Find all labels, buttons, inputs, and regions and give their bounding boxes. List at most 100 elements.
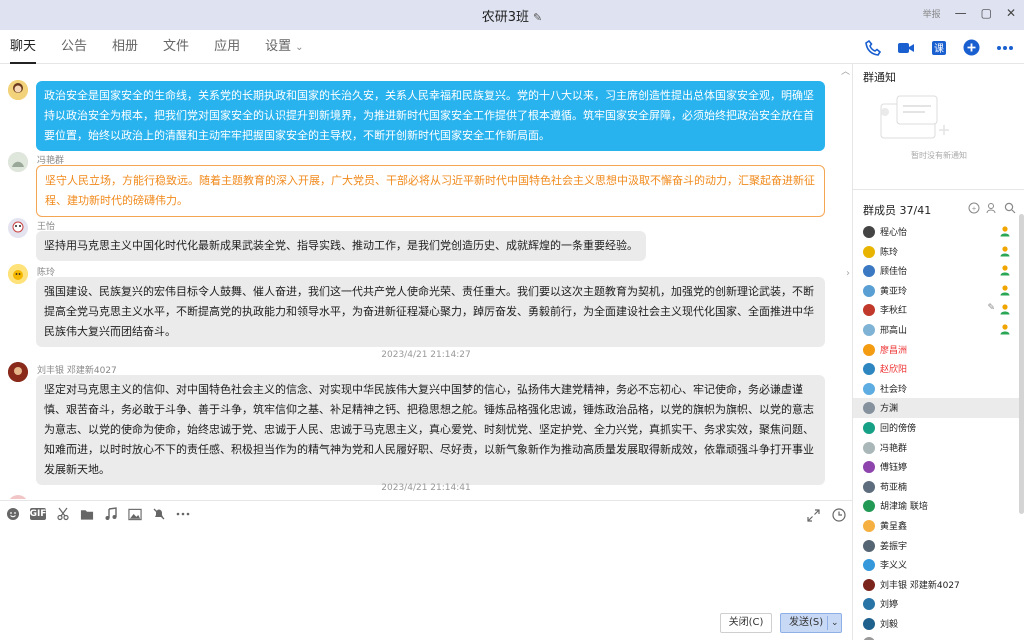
expand-icon[interactable] bbox=[806, 508, 820, 522]
member-row[interactable]: 李义义 bbox=[853, 555, 1019, 575]
chevron-down-icon: ⌄ bbox=[295, 42, 304, 53]
avatar[interactable] bbox=[8, 218, 28, 238]
member-row[interactable]: 黄亚玲 bbox=[853, 281, 1019, 301]
gif-icon[interactable]: GIF bbox=[30, 508, 46, 520]
member-avatar[interactable] bbox=[863, 323, 875, 336]
member-row[interactable]: 傅钰婷 bbox=[853, 457, 1019, 477]
search-icon[interactable] bbox=[1004, 202, 1016, 214]
message-bubble: 强国建设、民族复兴的宏伟目标令人鼓舞、催人奋进，我们这一代共产党人使命光荣、责任… bbox=[36, 277, 825, 347]
avatar[interactable] bbox=[8, 264, 28, 284]
close-button[interactable]: 关闭(C) bbox=[720, 613, 772, 633]
member-row[interactable]: 胡津瑜 联培 bbox=[853, 496, 1019, 516]
member-avatar[interactable] bbox=[863, 363, 875, 376]
member-avatar[interactable] bbox=[863, 245, 875, 258]
phone-icon[interactable] bbox=[863, 38, 882, 57]
member-row[interactable]: 刘毅 bbox=[853, 614, 1019, 634]
avatar[interactable] bbox=[8, 152, 28, 172]
tab-apps[interactable]: 应用 bbox=[214, 30, 251, 64]
maximize-button[interactable]: ▢ bbox=[981, 6, 992, 20]
clock-icon[interactable] bbox=[832, 508, 846, 522]
member-name: 傅钰婷 bbox=[880, 463, 908, 474]
tab-settings[interactable]: 设置 ⌄ bbox=[265, 30, 314, 64]
member-name: 苟亚楠 bbox=[880, 482, 908, 493]
member-row[interactable]: 方渊 bbox=[853, 398, 1019, 418]
member-list[interactable]: 程心怡 陈玲 顾佳怡 黄亚玲 李秋红 ✎ 邢高山 廖昌洲赵欣阳社会玲 方渊 回的傍傍冯艳群傅钰婷苟… bbox=[853, 222, 1024, 640]
tab-album[interactable]: 相册 bbox=[112, 30, 149, 64]
member-row[interactable]: 顾佳怡 bbox=[853, 261, 1019, 281]
member-name: 赵欣阳 bbox=[880, 365, 908, 376]
tab-chat[interactable]: 聊天 bbox=[10, 30, 47, 64]
collapse-panel-icon[interactable]: › bbox=[846, 268, 850, 279]
member-row[interactable]: 刘婷 bbox=[853, 594, 1019, 614]
image-icon[interactable] bbox=[128, 507, 142, 521]
tab-announcement[interactable]: 公告 bbox=[61, 30, 98, 64]
member-avatar[interactable] bbox=[863, 617, 875, 630]
member-row[interactable]: 赵欣阳 bbox=[853, 359, 1019, 379]
message-input[interactable] bbox=[0, 531, 852, 606]
scissors-icon[interactable] bbox=[56, 507, 70, 521]
tab-list: 聊天 公告 相册 文件 应用 设置 ⌄ bbox=[10, 30, 328, 64]
member-row[interactable]: 李秋红 ✎ bbox=[853, 300, 1019, 320]
member-row[interactable]: 苟亚楠 bbox=[853, 477, 1019, 497]
folder-icon[interactable] bbox=[80, 507, 94, 521]
member-row[interactable]: 陈玲 bbox=[853, 242, 1019, 262]
chat-toolbar: 课 bbox=[863, 38, 1014, 57]
group-icon[interactable]: + bbox=[968, 202, 980, 214]
tab-files[interactable]: 文件 bbox=[163, 30, 200, 64]
member-avatar[interactable] bbox=[863, 421, 875, 434]
edit-icon[interactable]: ✎ bbox=[987, 303, 995, 313]
emoji-icon[interactable] bbox=[6, 507, 20, 521]
svg-text:课: 课 bbox=[934, 43, 944, 55]
chat-history[interactable]: ︿ 政治安全是国家安全的生命线，关系党的长期执政和国家的长治久安，关系人民幸福和… bbox=[0, 64, 852, 499]
bell-off-icon[interactable] bbox=[152, 507, 166, 521]
member-row[interactable]: 冯艳群 bbox=[853, 438, 1019, 458]
video-icon[interactable] bbox=[896, 38, 915, 57]
member-row[interactable]: 邢高山 bbox=[853, 320, 1019, 340]
more-icon[interactable] bbox=[995, 38, 1014, 57]
member-row[interactable]: 社会玲 bbox=[853, 379, 1019, 399]
member-avatar[interactable] bbox=[863, 461, 875, 474]
minimize-button[interactable]: — bbox=[955, 6, 967, 20]
member-avatar[interactable] bbox=[863, 519, 875, 532]
member-row[interactable]: 黄呈鑫 bbox=[853, 516, 1019, 536]
member-row[interactable]: 廖昌洲 bbox=[853, 340, 1019, 360]
member-avatar[interactable] bbox=[863, 284, 875, 297]
chevron-up-icon[interactable]: ︿ bbox=[841, 64, 850, 77]
member-avatar[interactable] bbox=[863, 539, 875, 552]
music-icon[interactable] bbox=[104, 507, 118, 521]
avatar[interactable] bbox=[8, 80, 28, 100]
member-avatar[interactable] bbox=[863, 578, 875, 591]
edit-title-icon[interactable]: ✎ bbox=[533, 11, 542, 24]
member-name: 姜振宇 bbox=[880, 541, 908, 552]
member-row[interactable]: 回的傍傍 bbox=[853, 418, 1019, 438]
member-avatar[interactable] bbox=[863, 343, 875, 356]
member-avatar[interactable] bbox=[863, 559, 875, 572]
more-icon[interactable] bbox=[176, 507, 190, 521]
member-row[interactable]: 刘丰银 邓建新4027 bbox=[853, 575, 1019, 595]
member-avatar[interactable] bbox=[863, 480, 875, 493]
member-avatar[interactable] bbox=[863, 598, 875, 611]
member-name: 冯艳群 bbox=[880, 443, 908, 454]
member-row[interactable]: 程心怡 bbox=[853, 222, 1019, 242]
avatar[interactable] bbox=[8, 362, 28, 382]
member-row[interactable]: 姜振宇 bbox=[853, 536, 1019, 556]
member-avatar[interactable] bbox=[863, 226, 875, 238]
close-window-button[interactable]: ✕ bbox=[1006, 6, 1016, 20]
report-button[interactable]: 举报 bbox=[923, 7, 941, 20]
send-button[interactable]: 发送(S) ⌄ bbox=[780, 613, 842, 633]
member-row[interactable]: … bbox=[853, 633, 1019, 640]
member-avatar[interactable] bbox=[863, 304, 875, 317]
group-side-panel: 群通知 暂时没有新通知 群成员 37/41 + 程心怡 陈玲 顾佳怡 黄亚玲 李秋红 ✎ 邢… bbox=[852, 64, 1024, 640]
class-icon[interactable]: 课 bbox=[929, 38, 948, 57]
add-member-icon[interactable] bbox=[986, 202, 998, 214]
chevron-down-icon[interactable]: ⌄ bbox=[831, 614, 839, 632]
divider bbox=[853, 189, 1024, 190]
member-list-scrollbar[interactable] bbox=[1019, 214, 1024, 514]
member-avatar[interactable] bbox=[863, 500, 875, 513]
add-icon[interactable] bbox=[962, 38, 981, 57]
avatar[interactable] bbox=[8, 495, 28, 499]
member-avatar[interactable] bbox=[863, 402, 875, 415]
member-avatar[interactable] bbox=[863, 265, 875, 278]
member-avatar[interactable] bbox=[863, 441, 875, 454]
member-avatar[interactable] bbox=[863, 382, 875, 395]
